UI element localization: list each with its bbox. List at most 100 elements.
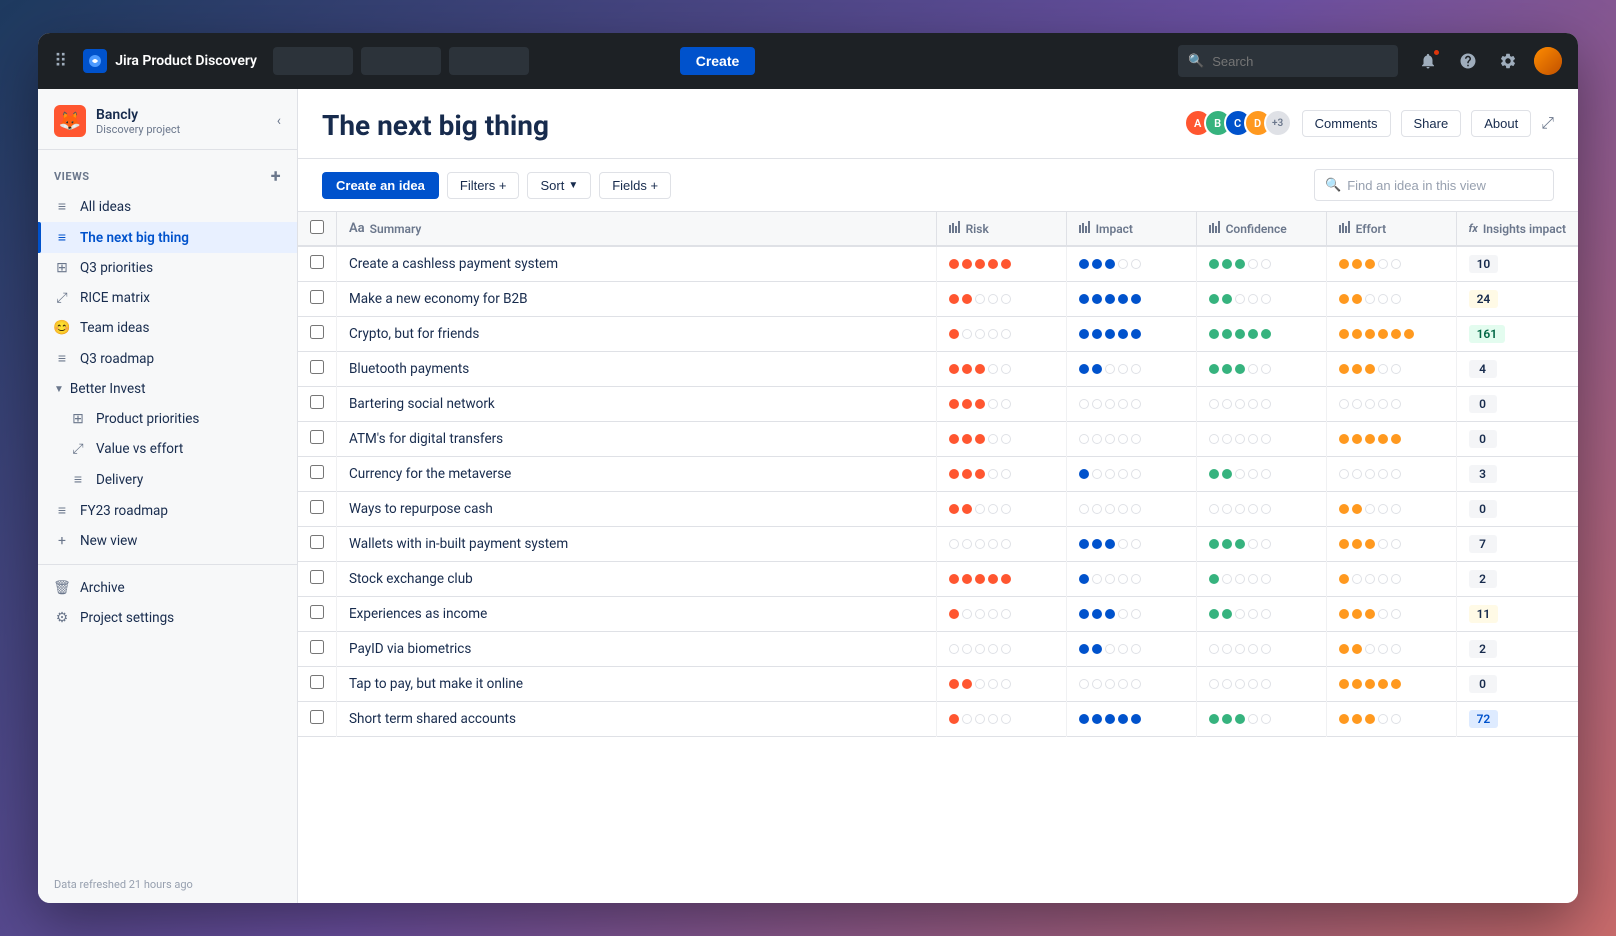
sidebar-item-team-ideas[interactable]: 😊 Team ideas bbox=[38, 313, 297, 343]
summary-cell[interactable]: Crypto, but for friends bbox=[337, 317, 937, 352]
notifications-icon[interactable] bbox=[1414, 47, 1442, 75]
sidebar-item-q3-roadmap[interactable]: ≡ Q3 roadmap bbox=[38, 343, 297, 374]
filters-button[interactable]: Filters + bbox=[447, 172, 520, 199]
user-avatar[interactable] bbox=[1534, 47, 1562, 75]
summary-cell[interactable]: Stock exchange club bbox=[337, 562, 937, 597]
page-header: The next big thing A B C D +3 Comments S… bbox=[298, 89, 1578, 159]
sidebar-item-delivery[interactable]: ≡ Delivery bbox=[38, 464, 297, 495]
sidebar-item-project-settings[interactable]: ⚙ Project settings bbox=[38, 603, 297, 633]
fields-button[interactable]: Fields + bbox=[599, 172, 671, 199]
sort-chevron-icon: ▼ bbox=[568, 180, 578, 191]
about-button[interactable]: About bbox=[1471, 110, 1531, 137]
grid-icon[interactable]: ⠿ bbox=[54, 51, 67, 72]
summary-cell[interactable]: Experiences as income bbox=[337, 597, 937, 632]
confidence-cell bbox=[1196, 702, 1326, 737]
sidebar-item-next-big-thing[interactable]: ≡ The next big thing bbox=[38, 222, 297, 253]
sidebar-item-label: FY23 roadmap bbox=[80, 503, 168, 519]
sidebar-item-label: All ideas bbox=[80, 199, 131, 215]
sidebar-item-rice-matrix[interactable]: ⤢ RICE matrix bbox=[38, 283, 297, 313]
add-view-button[interactable]: + bbox=[271, 166, 281, 187]
search-input[interactable] bbox=[1212, 54, 1388, 69]
col-header-risk[interactable]: Risk bbox=[936, 212, 1066, 246]
select-all-checkbox[interactable] bbox=[310, 220, 324, 234]
insights-badge: 11 bbox=[1469, 605, 1499, 623]
share-button[interactable]: Share bbox=[1401, 110, 1462, 137]
summary-cell[interactable]: Create a cashless payment system bbox=[337, 246, 937, 282]
sidebar-item-q3-priorities[interactable]: ⊞ Q3 priorities bbox=[38, 253, 297, 283]
view-search-input[interactable] bbox=[1347, 178, 1543, 193]
summary-cell[interactable]: Make a new economy for B2B bbox=[337, 282, 937, 317]
row-checkbox-0[interactable] bbox=[310, 255, 324, 269]
global-search[interactable]: 🔍 bbox=[1178, 45, 1398, 77]
help-icon[interactable] bbox=[1454, 47, 1482, 75]
insights-cell: 7 bbox=[1456, 527, 1578, 562]
row-checkbox-5[interactable] bbox=[310, 430, 324, 444]
sidebar-item-fy23-roadmap[interactable]: ≡ FY23 roadmap bbox=[38, 495, 297, 526]
views-label: VIEWS + bbox=[38, 150, 297, 191]
row-checkbox-9[interactable] bbox=[310, 570, 324, 584]
select-all-header[interactable] bbox=[298, 212, 337, 246]
row-checkbox-11[interactable] bbox=[310, 640, 324, 654]
comments-button[interactable]: Comments bbox=[1302, 110, 1391, 137]
row-checkbox-7[interactable] bbox=[310, 500, 324, 514]
row-checkbox-8[interactable] bbox=[310, 535, 324, 549]
summary-cell[interactable]: Wallets with in-built payment system bbox=[337, 527, 937, 562]
sidebar-collapse-icon[interactable]: ‹ bbox=[277, 113, 281, 129]
sidebar-item-all-ideas[interactable]: ≡ All ideas bbox=[38, 191, 297, 222]
row-checkbox-3[interactable] bbox=[310, 360, 324, 374]
col-header-confidence[interactable]: Confidence bbox=[1196, 212, 1326, 246]
summary-cell[interactable]: Currency for the metaverse bbox=[337, 457, 937, 492]
summary-cell[interactable]: Bartering social network bbox=[337, 387, 937, 422]
risk-cell bbox=[936, 422, 1066, 457]
impact-cell bbox=[1066, 562, 1196, 597]
create-button[interactable]: Create bbox=[680, 47, 756, 75]
summary-cell[interactable]: PayID via biometrics bbox=[337, 632, 937, 667]
sidebar-item-product-priorities[interactable]: ⊞ Product priorities bbox=[38, 404, 297, 434]
sort-button[interactable]: Sort ▼ bbox=[527, 172, 591, 199]
summary-cell[interactable]: Tap to pay, but make it online bbox=[337, 667, 937, 702]
row-checkbox-10[interactable] bbox=[310, 605, 324, 619]
row-checkbox-6[interactable] bbox=[310, 465, 324, 479]
better-invest-group[interactable]: ▼ Better Invest bbox=[38, 374, 297, 404]
effort-cell bbox=[1326, 527, 1456, 562]
row-checkbox-12[interactable] bbox=[310, 675, 324, 689]
expand-icon[interactable]: ⤢ bbox=[1541, 113, 1554, 133]
sidebar-divider bbox=[38, 564, 297, 565]
row-checkbox-4[interactable] bbox=[310, 395, 324, 409]
sidebar-item-label: Team ideas bbox=[80, 320, 149, 336]
summary-cell[interactable]: Ways to repurpose cash bbox=[337, 492, 937, 527]
confidence-cell bbox=[1196, 527, 1326, 562]
sidebar-item-archive[interactable]: 🗑 Archive bbox=[38, 573, 297, 603]
effort-cell bbox=[1326, 246, 1456, 282]
risk-cell bbox=[936, 282, 1066, 317]
top-nav: ⠿ Jira Product Discovery Create 🔍 bbox=[38, 33, 1578, 89]
row-checkbox-1[interactable] bbox=[310, 290, 324, 304]
summary-cell[interactable]: Short term shared accounts bbox=[337, 702, 937, 737]
risk-cell bbox=[936, 562, 1066, 597]
create-idea-button[interactable]: Create an idea bbox=[322, 172, 439, 199]
app-logo[interactable]: Jira Product Discovery bbox=[83, 49, 257, 73]
grid-icon: ⊞ bbox=[70, 411, 86, 427]
row-checkbox-2[interactable] bbox=[310, 325, 324, 339]
summary-cell[interactable]: Bluetooth payments bbox=[337, 352, 937, 387]
insights-badge: 10 bbox=[1469, 255, 1499, 273]
new-view-button[interactable]: + New view bbox=[38, 526, 297, 556]
summary-cell[interactable]: ATM's for digital transfers bbox=[337, 422, 937, 457]
col-header-effort[interactable]: Effort bbox=[1326, 212, 1456, 246]
col-header-insights[interactable]: fx Insights impact bbox=[1456, 212, 1578, 246]
table-row: Experiences as income 11 bbox=[298, 597, 1578, 632]
sidebar-item-value-vs-effort[interactable]: ⤢ Value vs effort bbox=[38, 434, 297, 464]
project-header[interactable]: 🦊 Bancly Discovery project ‹ bbox=[38, 89, 297, 150]
row-checkbox-13[interactable] bbox=[310, 710, 324, 724]
avatar-more[interactable]: +3 bbox=[1264, 109, 1292, 137]
table-row: Crypto, but for friends161 bbox=[298, 317, 1578, 352]
col-header-impact[interactable]: Impact bbox=[1066, 212, 1196, 246]
effort-cell bbox=[1326, 352, 1456, 387]
view-search[interactable]: 🔍 bbox=[1314, 169, 1554, 201]
logo-icon bbox=[83, 49, 107, 73]
archive-icon: 🗑 bbox=[54, 580, 70, 596]
effort-col-icon bbox=[1339, 221, 1351, 237]
settings-icon[interactable] bbox=[1494, 47, 1522, 75]
col-header-summary[interactable]: Aa Summary bbox=[337, 212, 937, 246]
impact-cell bbox=[1066, 422, 1196, 457]
